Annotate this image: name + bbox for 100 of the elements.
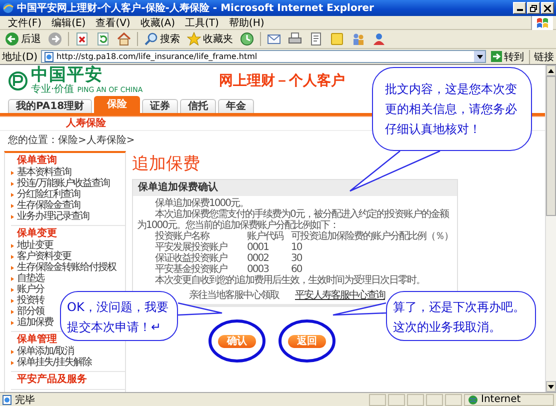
bullet-icon — [11, 204, 14, 208]
column-header: 投资账户名称 — [155, 231, 210, 242]
breadcrumb: 您的位置：保险>人寿保险> — [8, 135, 135, 146]
sidebar-link[interactable]: 客户资料变更 — [11, 251, 71, 262]
status-text: 完毕 — [15, 394, 35, 406]
status-pane — [426, 394, 443, 406]
bullet-icon — [11, 276, 14, 280]
close-icon — [544, 4, 551, 12]
user-icon — [372, 32, 386, 46]
section-title: 保单变更 — [16, 228, 57, 240]
table-cell-text: 0002 — [247, 253, 270, 264]
zone-text: Internet — [481, 394, 521, 405]
detail-text: 本次追加保费您需支付的手续费为0元，被分配进入约定的投资账户的金额为1000元。您当前的追加保费账户分配比例如下： — [137, 209, 450, 231]
bullet-icon — [11, 170, 14, 174]
table-cell-text: 60 — [291, 264, 303, 275]
pickup-text: 亲往当地客服中心领取 — [189, 290, 279, 301]
restore-icon — [530, 4, 537, 12]
bullet-icon — [11, 182, 14, 186]
service-link[interactable]: 平安人寿客服中心查询 — [295, 290, 385, 301]
column-header: 账户代码 — [247, 231, 284, 242]
table-cell-text: 30 — [291, 253, 303, 264]
toolbar-button[interactable]: 收藏夹 — [184, 30, 236, 48]
sidebar-link[interactable]: 保单添加/取消 — [11, 346, 74, 357]
section-title: 保单查询 — [16, 155, 57, 166]
status-pane — [388, 394, 405, 406]
stop-icon — [75, 32, 89, 46]
sidebar-link[interactable]: 自垫选 — [11, 273, 44, 284]
go-button[interactable]: 转到 — [489, 50, 526, 64]
intro-text: 保单追加保费1000元。 — [154, 198, 250, 209]
ie-icon — [2, 2, 14, 14]
forward-icon — [48, 32, 62, 46]
sidebar-link[interactable]: 追加保费 — [11, 317, 53, 328]
toolbar-button[interactable]: 后退 — [2, 30, 44, 48]
menu-item[interactable]: 文件(F) — [3, 16, 47, 30]
back-icon — [5, 32, 19, 46]
document-icon — [309, 32, 323, 46]
table-cell-text: 平安基金投资账户 — [155, 264, 228, 275]
note-icon — [330, 32, 344, 46]
tab[interactable]: 我的PA18理财 — [8, 99, 92, 113]
menu-item[interactable]: 帮助(H) — [224, 16, 270, 30]
scroll-thumb[interactable] — [546, 76, 556, 216]
table-cell-text: 0003 — [247, 264, 270, 275]
logo-icon — [8, 70, 28, 90]
sidebar-link[interactable]: 保单挂失/挂失解除 — [11, 357, 92, 368]
home-icon — [117, 32, 131, 46]
sidebar-link[interactable]: 地址变更 — [11, 240, 53, 251]
sidebar-link[interactable]: 部分领 — [11, 306, 44, 317]
sidebar-link[interactable]: 投资转 — [11, 295, 44, 306]
bullet-icon — [11, 244, 14, 248]
minimize-button[interactable] — [513, 2, 526, 14]
mail-icon — [267, 32, 281, 46]
sidebar-link[interactable]: 生存保险金查询 — [11, 200, 80, 211]
refresh-icon — [96, 32, 110, 46]
tab[interactable]: 证券 — [142, 99, 178, 113]
links-button[interactable]: 链接 — [529, 50, 554, 64]
restore-button[interactable] — [527, 2, 540, 14]
star-icon — [187, 32, 201, 46]
status-pane — [369, 394, 386, 406]
sidebar-link[interactable]: 生存保险金转账给付授权 — [11, 262, 116, 273]
address-label: 地址(D) — [2, 50, 38, 64]
tab[interactable]: 年金 — [218, 99, 254, 113]
address-field[interactable]: http://stg.pa18.com/life_insurance/life_frame.html — [40, 50, 486, 63]
page-icon — [44, 52, 54, 62]
close-button[interactable] — [541, 2, 554, 14]
callout-bubble: 算了，还是下次再办吧。这次的业务我取消。 — [386, 291, 536, 341]
section-title: 平安产品及服务 — [16, 374, 87, 386]
status-pane — [445, 394, 462, 406]
sidebar-link[interactable]: 分红险红利查询 — [11, 189, 80, 200]
bullet-icon — [11, 310, 14, 314]
print-icon — [288, 32, 302, 46]
sidebar-link[interactable]: 账户分 — [11, 284, 44, 295]
sidebar-link[interactable]: 基本资料查询 — [11, 167, 71, 178]
bullet-icon — [11, 360, 14, 364]
subnav-link[interactable]: 人寿保险 — [66, 118, 106, 129]
page-icon — [2, 394, 12, 404]
tab[interactable]: 信托 — [180, 99, 216, 113]
menu-item[interactable]: 收藏(A) — [135, 16, 180, 30]
people-icon — [351, 32, 365, 46]
menu-item[interactable]: 编辑(E) — [46, 16, 91, 30]
toolbar-button[interactable]: 搜索 — [141, 30, 183, 48]
panel-title: 保单追加保费确认 — [133, 180, 457, 196]
scroll-down-icon — [548, 384, 554, 388]
bullet-icon — [11, 350, 14, 354]
section-title: 保单管理 — [16, 334, 57, 346]
status-pane — [407, 394, 424, 406]
menu-item[interactable]: 工具(T) — [180, 16, 224, 30]
go-arrow-icon — [491, 51, 502, 62]
bullet-icon — [11, 266, 14, 270]
scrollbar[interactable] — [545, 65, 556, 392]
search-icon — [144, 32, 158, 46]
logo-name: 中国平安 — [31, 66, 104, 84]
column-header: 可投资追加保险费的账户分配比例（％） — [291, 231, 453, 242]
dropdown-button[interactable] — [474, 51, 485, 62]
note-text: 本次变更自收到您的追加费用后生效，生效时间为受理日次日零时。 — [154, 275, 426, 286]
menu-item[interactable]: 查看(V) — [90, 16, 136, 30]
flag-icon — [536, 16, 549, 28]
sidebar-link[interactable]: 业务办理记录查询 — [11, 211, 89, 222]
logo-tagline: 专业·价值 — [31, 84, 74, 95]
callout-bubble: OK，没问题，我要提交本次申请！↵ — [60, 291, 178, 341]
sidebar-link[interactable]: 投连/万能账户收益查询 — [11, 178, 110, 189]
